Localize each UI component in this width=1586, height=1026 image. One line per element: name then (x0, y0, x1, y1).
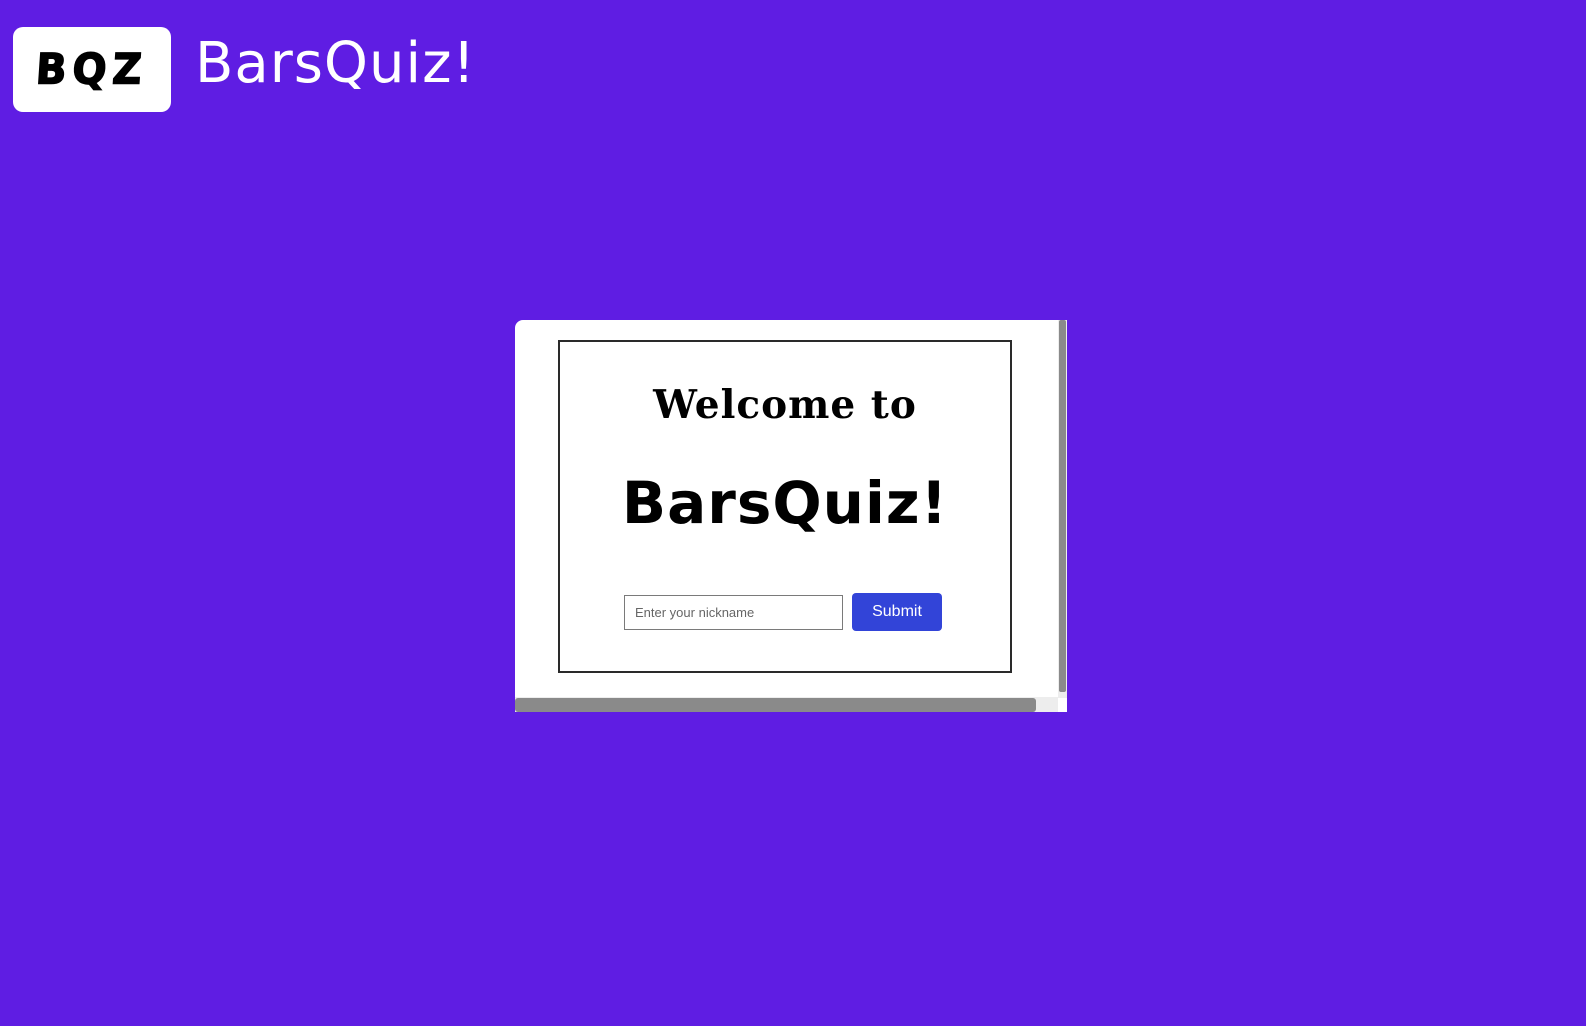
welcome-modal: Welcome to BarsQuiz! Submit (515, 320, 1067, 712)
welcome-brand-logo: BarsQuiz! (621, 469, 949, 537)
logo-badge-text: BQZ (34, 45, 150, 95)
welcome-frame: Welcome to BarsQuiz! Submit (558, 340, 1012, 673)
logo-badge: BQZ (13, 27, 171, 112)
submit-button[interactable]: Submit (852, 593, 942, 631)
nickname-input[interactable] (624, 595, 843, 630)
horizontal-scrollbar-thumb[interactable] (515, 698, 1036, 712)
vertical-scrollbar-thumb[interactable] (1059, 320, 1066, 692)
brand-title: BarsQuiz! (195, 31, 476, 96)
horizontal-scrollbar[interactable] (515, 697, 1058, 712)
welcome-heading: Welcome to (653, 382, 917, 428)
vertical-scrollbar[interactable] (1058, 320, 1067, 698)
